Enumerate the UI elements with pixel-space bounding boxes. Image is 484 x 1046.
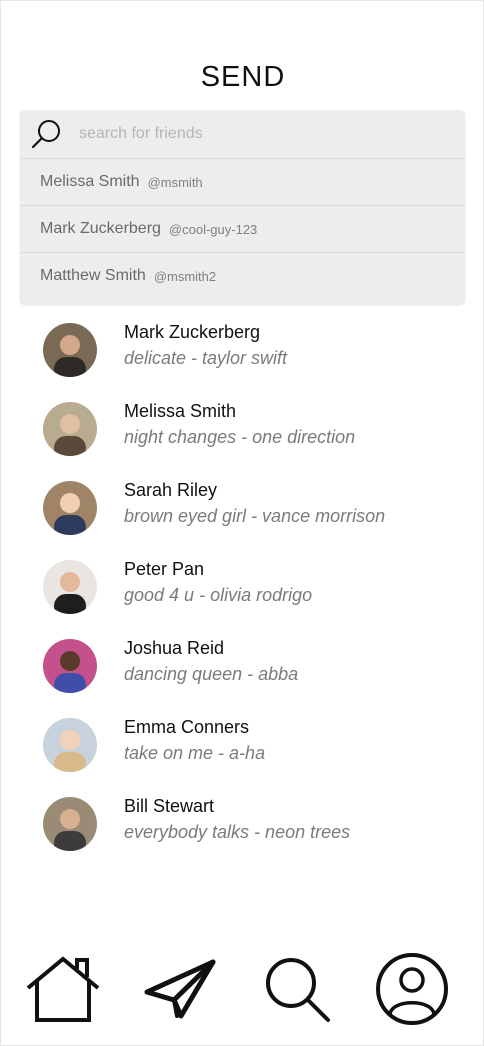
friend-item[interactable]: Sarah Riley brown eyed girl - vance morr… xyxy=(1,479,484,539)
friend-song: everybody talks - neon trees xyxy=(124,822,351,842)
avatar xyxy=(43,323,97,377)
search-suggestion[interactable]: Melissa Smith @msmith xyxy=(20,159,465,206)
avatar-body xyxy=(54,515,86,535)
friend-song: dancing queen - abba xyxy=(124,664,299,684)
friend-song: delicate - taylor swift xyxy=(124,348,288,368)
home-icon xyxy=(25,954,101,1029)
profile-icon xyxy=(374,951,450,1032)
friend-item[interactable]: Mark Zuckerberg delicate - taylor swift xyxy=(1,321,484,381)
friend-name: Mark Zuckerberg xyxy=(124,322,261,342)
suggestion-name: Mark Zuckerberg xyxy=(40,220,161,237)
search-panel: Melissa Smith @msmith Mark Zuckerberg @c… xyxy=(20,110,465,304)
avatar-body xyxy=(54,594,86,614)
nav-search-button[interactable] xyxy=(255,951,335,1031)
friend-name: Bill Stewart xyxy=(124,796,215,816)
search-input[interactable] xyxy=(77,124,441,144)
avatar-body xyxy=(54,357,86,377)
bottom-nav xyxy=(1,951,484,1031)
search-suggestion[interactable]: Matthew Smith @msmith2 xyxy=(20,253,465,299)
friend-song: night changes - one direction xyxy=(124,427,356,447)
friend-item[interactable]: Melissa Smith night changes - one direct… xyxy=(1,400,484,460)
search-icon xyxy=(257,954,333,1029)
suggestion-name: Melissa Smith xyxy=(40,173,140,190)
nav-send-button[interactable] xyxy=(139,951,219,1031)
suggestion-name: Matthew Smith xyxy=(40,267,146,284)
search-icon[interactable] xyxy=(30,117,64,151)
friend-name: Melissa Smith xyxy=(124,401,237,421)
nav-profile-button[interactable] xyxy=(372,951,452,1031)
page-title: SEND xyxy=(200,61,286,93)
friend-item[interactable]: Joshua Reid dancing queen - abba xyxy=(1,637,484,697)
avatar xyxy=(43,560,97,614)
friend-name: Joshua Reid xyxy=(124,638,225,658)
friend-item[interactable]: Emma Conners take on me - a-ha xyxy=(1,716,484,776)
friend-name: Sarah Riley xyxy=(124,480,218,500)
suggestion-handle: @msmith2 xyxy=(153,268,217,284)
send-icon xyxy=(141,954,217,1029)
avatar xyxy=(43,797,97,851)
avatar-body xyxy=(54,436,86,456)
friend-song: good 4 u - olivia rodrigo xyxy=(124,585,313,605)
friend-item[interactable]: Peter Pan good 4 u - olivia rodrigo xyxy=(1,558,484,618)
avatar-body xyxy=(54,752,86,772)
friend-name: Emma Conners xyxy=(124,717,250,737)
friend-song: take on me - a-ha xyxy=(124,743,266,763)
search-suggestion[interactable]: Mark Zuckerberg @cool-guy-123 xyxy=(20,206,465,253)
avatar-body xyxy=(54,673,86,693)
friend-song: brown eyed girl - vance morrison xyxy=(124,506,386,526)
nav-home-button[interactable] xyxy=(23,951,103,1031)
avatar-body xyxy=(54,831,86,851)
friend-item[interactable]: Bill Stewart everybody talks - neon tree… xyxy=(1,795,484,855)
avatar xyxy=(43,639,97,693)
avatar xyxy=(43,481,97,535)
suggestion-handle: @cool-guy-123 xyxy=(168,221,258,237)
avatar xyxy=(43,402,97,456)
friend-name: Peter Pan xyxy=(124,559,205,579)
search-bar[interactable] xyxy=(20,110,465,159)
suggestion-handle: @msmith xyxy=(147,174,203,190)
avatar xyxy=(43,718,97,772)
